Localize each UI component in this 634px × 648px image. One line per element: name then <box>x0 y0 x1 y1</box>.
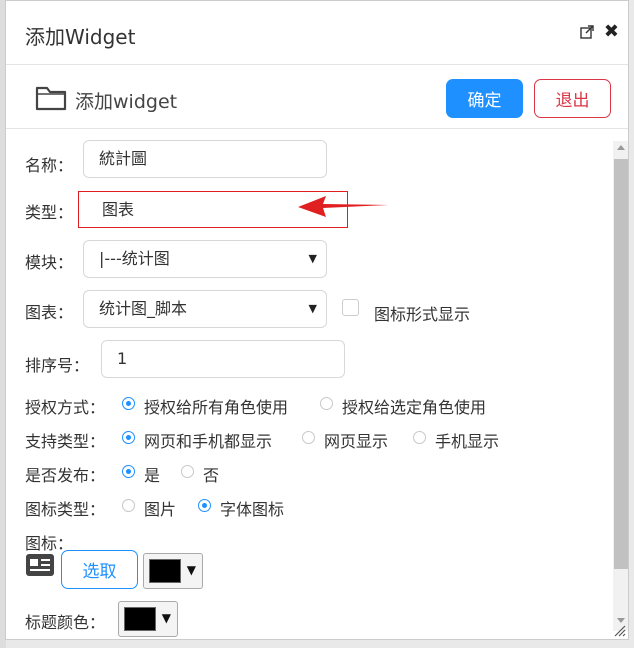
type-value: 图表 <box>102 200 135 219</box>
chart-select[interactable]: 统计图_脚本 ▼ <box>83 290 327 328</box>
support-radio-both[interactable] <box>122 431 135 444</box>
maximize-icon[interactable] <box>580 25 594 39</box>
icon-color-picker[interactable]: ▼ <box>143 553 203 589</box>
exit-button[interactable]: 退出 <box>534 79 611 118</box>
form-header: 添加widget 确定 退出 <box>6 65 628 129</box>
add-widget-dialog: 添加Widget ✖ 添加widget 确定 退出 名称： 統計圖 类型： 图表… <box>5 0 629 640</box>
icon-type-option-image: 图片 <box>144 500 177 519</box>
chevron-down-icon: ▼ <box>186 563 196 577</box>
order-input[interactable]: 1 <box>101 340 345 378</box>
support-option-web: 网页显示 <box>324 432 389 451</box>
icon-type-radio-image[interactable] <box>122 499 135 512</box>
red-arrow-icon <box>298 196 388 217</box>
auth-label: 授权方式： <box>25 398 106 417</box>
header-title: 添加widget <box>75 91 178 113</box>
resize-handle-icon[interactable] <box>614 625 626 637</box>
form-scrollbar[interactable] <box>613 141 628 631</box>
publish-radio-no[interactable] <box>181 465 194 478</box>
support-radio-mobile[interactable] <box>413 431 426 444</box>
support-radio-web[interactable] <box>302 431 315 444</box>
auth-radio-selected[interactable] <box>320 397 333 410</box>
scroll-down-icon[interactable] <box>617 618 625 623</box>
chevron-down-icon: ▼ <box>161 611 171 625</box>
dialog-title: 添加Widget <box>25 25 136 49</box>
scroll-up-icon[interactable] <box>617 145 625 150</box>
title-color-swatch <box>124 607 156 631</box>
chart-value: 统计图_脚本 <box>99 299 188 318</box>
order-label: 排序号： <box>25 356 90 375</box>
icon-display-label: 图标形式显示 <box>374 305 471 324</box>
chevron-down-icon: ▼ <box>308 302 317 315</box>
name-input[interactable]: 統計圖 <box>83 140 327 178</box>
support-option-both: 网页和手机都显示 <box>144 432 273 451</box>
auth-radio-all[interactable] <box>122 397 135 410</box>
publish-radio-yes[interactable] <box>122 465 135 478</box>
support-option-mobile: 手机显示 <box>435 432 500 451</box>
icon-type-label: 图标类型： <box>25 500 106 519</box>
choose-icon-button[interactable]: 选取 <box>61 550 138 589</box>
scrollbar-thumb[interactable] <box>614 159 628 569</box>
close-icon[interactable]: ✖ <box>604 22 619 42</box>
module-value: |---统计图 <box>99 249 170 268</box>
title-color-label: 标题颜色： <box>25 613 106 632</box>
publish-option-no: 否 <box>203 466 220 485</box>
publish-option-yes: 是 <box>144 466 161 485</box>
icon-color-swatch <box>149 559 181 583</box>
chart-label: 图表： <box>25 303 74 322</box>
title-color-picker[interactable]: ▼ <box>118 601 178 637</box>
icon-type-option-font: 字体图标 <box>220 500 285 519</box>
icon-display-checkbox[interactable] <box>342 299 359 316</box>
auth-option-selected: 授权给选定角色使用 <box>342 398 487 417</box>
module-label: 模块： <box>25 253 74 272</box>
type-label: 类型： <box>25 203 74 222</box>
icon-type-radio-font[interactable] <box>198 499 211 512</box>
folder-icon <box>35 86 67 111</box>
auth-option-all: 授权给所有角色使用 <box>144 398 289 417</box>
chevron-down-icon: ▼ <box>308 252 317 265</box>
name-label: 名称： <box>25 156 74 175</box>
module-select[interactable]: |---统计图 ▼ <box>83 240 327 278</box>
id-card-icon <box>26 554 54 576</box>
support-label: 支持类型： <box>25 432 106 451</box>
confirm-button[interactable]: 确定 <box>446 79 523 118</box>
dialog-titlebar: 添加Widget ✖ <box>6 1 628 65</box>
publish-label: 是否发布： <box>25 466 106 485</box>
